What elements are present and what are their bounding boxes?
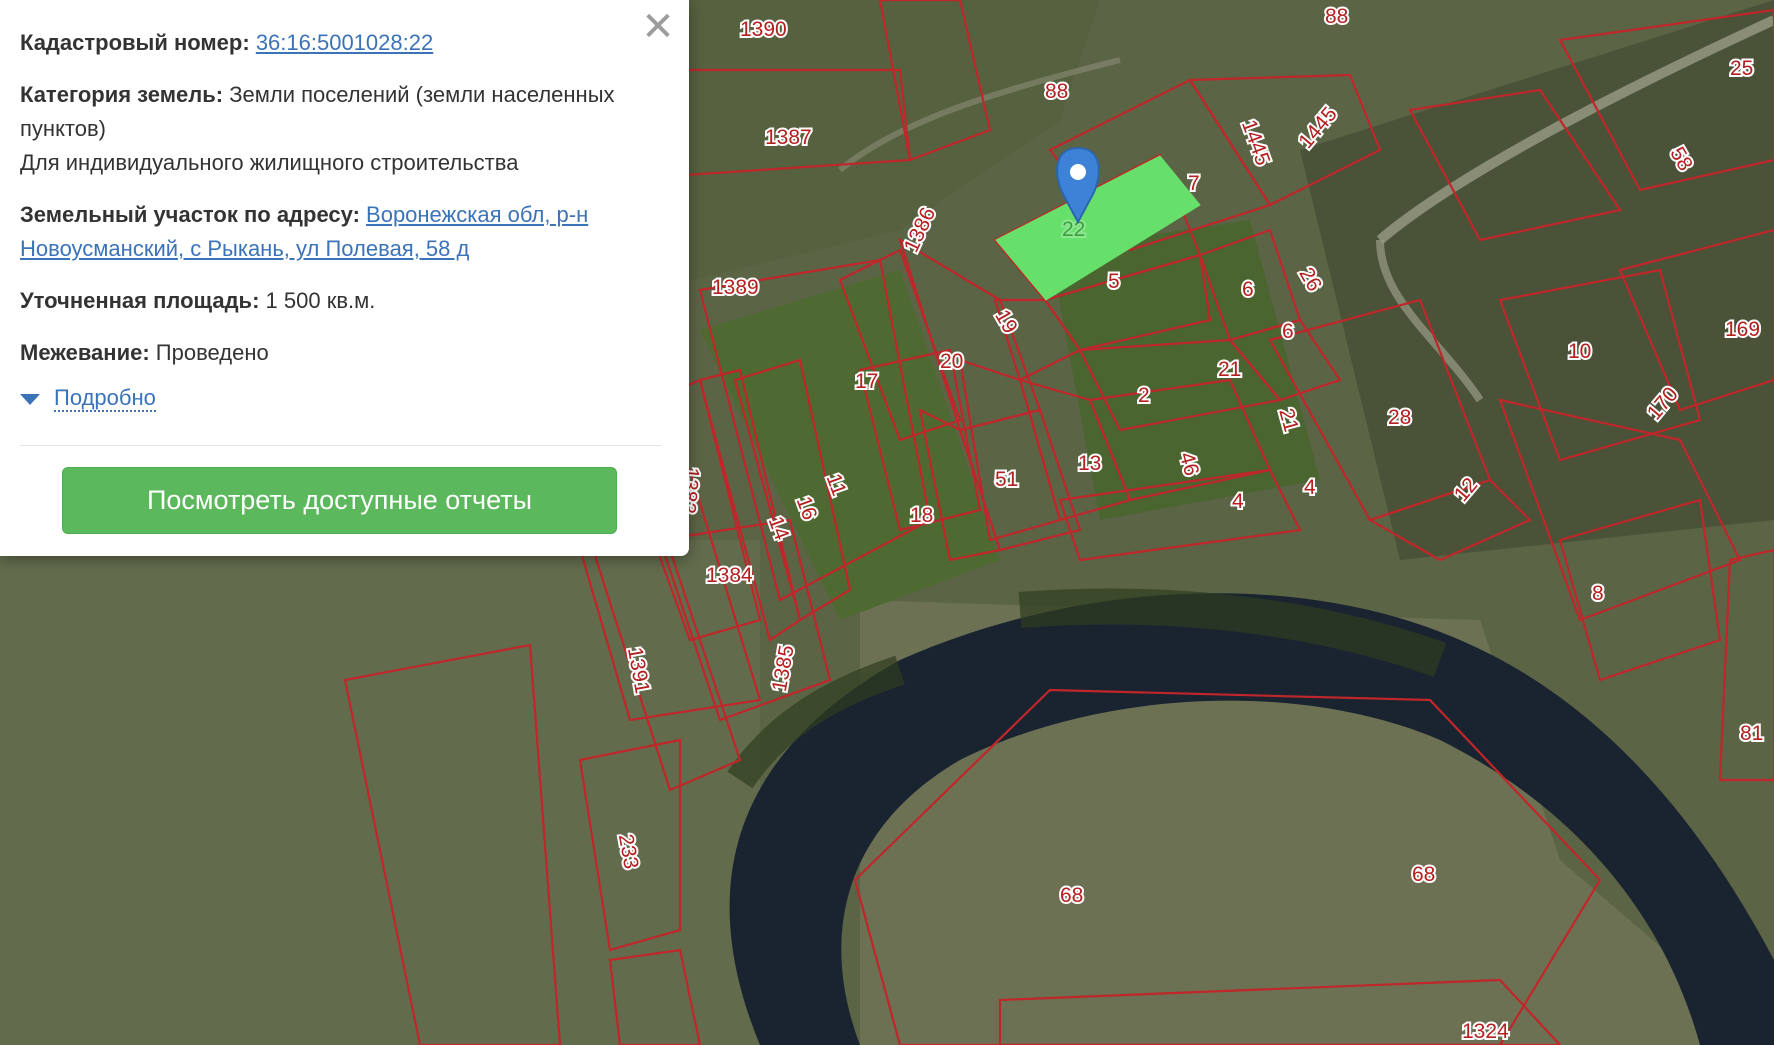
area-value: 1 500 кв.м. xyxy=(265,288,376,313)
plot-label: 88 xyxy=(1045,80,1068,103)
plot-label: 1389 xyxy=(712,276,759,299)
plot-label: 8 xyxy=(1592,582,1604,605)
plot-label: 6 xyxy=(1242,278,1254,301)
plot-label: 88 xyxy=(1325,5,1348,28)
address-row: Земельный участок по адресу: Воронежская… xyxy=(20,198,669,266)
divider xyxy=(20,445,661,446)
parcel-info-popup: ✕ Кадастровый номер: 36:16:5001028:22 Ка… xyxy=(0,0,689,556)
plot-label: 68 xyxy=(1412,863,1435,886)
plot-label: 1384 xyxy=(706,564,753,587)
plot-label: 22 xyxy=(1062,218,1085,241)
plot-label: 18 xyxy=(910,504,933,527)
survey-label: Межевание: xyxy=(20,340,150,365)
plot-label: 6 xyxy=(1282,320,1294,343)
plot-label: 7 xyxy=(1188,172,1200,195)
land-category-row: Категория земель: Земли поселений (земли… xyxy=(20,78,669,180)
plot-label: 21 xyxy=(1218,358,1241,381)
plot-label: 25 xyxy=(1730,57,1753,80)
plot-label: 5 xyxy=(1108,270,1120,293)
plot-label: 169 xyxy=(1725,318,1760,341)
plot-label: 2 xyxy=(1138,384,1150,407)
area-label: Уточненная площадь: xyxy=(20,288,260,313)
plot-label: 1387 xyxy=(765,126,812,149)
plot-label: 1390 xyxy=(740,18,787,41)
plot-label: 13 xyxy=(1078,452,1101,475)
cadastral-number-row: Кадастровый номер: 36:16:5001028:22 xyxy=(20,26,669,60)
plot-label: 51 xyxy=(995,468,1018,491)
plot-label: 17 xyxy=(855,370,878,393)
view-reports-button[interactable]: Посмотреть доступные отчеты xyxy=(62,467,617,534)
plot-label: 68 xyxy=(1060,884,1083,907)
area-row: Уточненная площадь: 1 500 кв.м. xyxy=(20,284,669,318)
plot-label: 20 xyxy=(940,350,963,373)
triangle-down-icon xyxy=(20,393,40,405)
plot-label: 1324 xyxy=(1462,1020,1509,1043)
plot-label: 81 xyxy=(1740,722,1763,745)
address-label: Земельный участок по адресу: xyxy=(20,202,360,227)
survey-row: Межевание: Проведено xyxy=(20,336,669,370)
survey-value: Проведено xyxy=(155,340,269,365)
land-usage-value: Для индивидуального жилищного строительс… xyxy=(20,150,519,175)
cadastral-number-link[interactable]: 36:16:5001028:22 xyxy=(256,30,433,55)
plot-label: 4 xyxy=(1304,476,1316,499)
plot-label: 10 xyxy=(1568,340,1591,363)
plot-label: 4 xyxy=(1232,490,1244,513)
plot-label: 28 xyxy=(1388,406,1411,429)
land-category-label: Категория земель: xyxy=(20,82,224,107)
close-icon[interactable]: ✕ xyxy=(641,7,675,47)
details-toggle[interactable]: Подробно xyxy=(20,386,669,412)
details-label: Подробно xyxy=(54,385,156,412)
cadastral-number-label: Кадастровый номер: xyxy=(20,30,250,55)
